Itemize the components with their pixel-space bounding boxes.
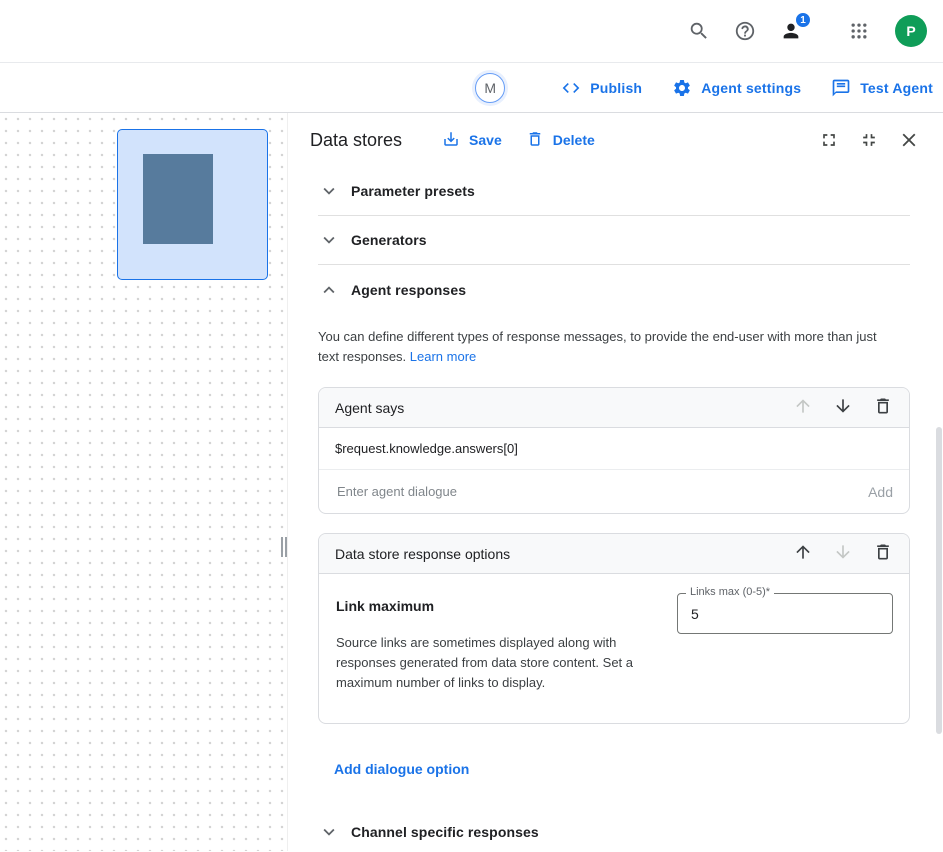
links-max-field: Links max (0-5)* bbox=[677, 593, 893, 693]
arrow-up-icon bbox=[793, 396, 813, 419]
section-generators[interactable]: Generators bbox=[318, 216, 910, 265]
link-maximum-text: Link maximum Source links are sometimes … bbox=[336, 593, 651, 693]
section-channel-specific-responses[interactable]: Channel specific responses bbox=[318, 808, 910, 851]
learn-more-link[interactable]: Learn more bbox=[410, 349, 476, 364]
chevron-down-icon bbox=[318, 229, 340, 251]
flow-node-preview bbox=[143, 154, 213, 244]
agent-responses-description: You can define different types of respon… bbox=[318, 327, 896, 367]
move-down-button[interactable] bbox=[823, 391, 863, 425]
panel-scrollbar[interactable] bbox=[936, 427, 942, 734]
agent-says-header: Agent says bbox=[319, 388, 909, 428]
account-avatar[interactable]: P bbox=[895, 15, 927, 47]
panel-body: Parameter presets Generators Agent respo… bbox=[288, 167, 943, 851]
data-stores-panel: Data stores Save Delete bbox=[288, 113, 943, 851]
delete-label: Delete bbox=[553, 132, 595, 148]
expand-fullscreen-button[interactable] bbox=[809, 120, 849, 160]
trash-icon bbox=[873, 396, 893, 419]
collapse-fullscreen-button[interactable] bbox=[849, 120, 889, 160]
save-button[interactable]: Save bbox=[430, 122, 514, 159]
links-max-label: Links max (0-5)* bbox=[686, 586, 774, 598]
publish-label: Publish bbox=[590, 80, 642, 96]
section-agent-responses[interactable]: Agent responses bbox=[318, 265, 910, 314]
agent-dialogue-input[interactable] bbox=[335, 483, 856, 500]
save-label: Save bbox=[469, 132, 502, 148]
flow-avatar[interactable]: M bbox=[475, 73, 505, 103]
apps-grid-icon bbox=[849, 21, 869, 41]
chat-icon bbox=[831, 78, 851, 98]
section-label: Channel specific responses bbox=[351, 824, 539, 840]
arrow-up-icon bbox=[793, 542, 813, 565]
section-label: Generators bbox=[351, 232, 427, 248]
link-maximum-description: Source links are sometimes displayed alo… bbox=[336, 633, 651, 693]
flow-canvas[interactable] bbox=[0, 113, 288, 851]
chevron-down-icon bbox=[318, 180, 340, 202]
move-up-button bbox=[783, 391, 823, 425]
arrow-down-icon bbox=[833, 542, 853, 565]
panel-header: Data stores Save Delete bbox=[288, 113, 943, 167]
delete-card-button[interactable] bbox=[863, 391, 903, 425]
test-agent-label: Test Agent bbox=[860, 80, 933, 96]
section-label: Agent responses bbox=[351, 282, 466, 298]
arrow-down-icon bbox=[833, 396, 853, 419]
card-title: Data store response options bbox=[335, 546, 783, 562]
trash-icon bbox=[526, 130, 544, 151]
link-maximum-heading: Link maximum bbox=[336, 598, 651, 614]
data-store-options-card: Data store response options bbox=[318, 533, 910, 724]
test-agent-button[interactable]: Test Agent bbox=[831, 78, 933, 98]
move-up-button[interactable] bbox=[783, 537, 823, 571]
topbar: 1 P bbox=[0, 0, 943, 63]
chevron-down-icon bbox=[318, 821, 340, 843]
help-icon bbox=[734, 20, 756, 42]
panel-resize-handle[interactable] bbox=[281, 537, 287, 557]
search-icon bbox=[688, 20, 710, 42]
save-icon bbox=[442, 130, 460, 151]
chevron-up-icon bbox=[318, 279, 340, 301]
notification-badge: 1 bbox=[795, 12, 811, 28]
gear-icon bbox=[672, 78, 692, 98]
help-button[interactable] bbox=[725, 11, 765, 51]
search-button[interactable] bbox=[679, 11, 719, 51]
data-store-options-header: Data store response options bbox=[319, 534, 909, 574]
code-icon bbox=[561, 78, 581, 98]
close-icon bbox=[898, 129, 920, 151]
agent-dialogue-input-row: Add bbox=[319, 470, 909, 513]
description-text: You can define different types of respon… bbox=[318, 329, 877, 364]
move-down-button bbox=[823, 537, 863, 571]
agent-settings-button[interactable]: Agent settings bbox=[672, 78, 801, 98]
main-area: Data stores Save Delete bbox=[0, 113, 943, 851]
trash-icon bbox=[873, 542, 893, 565]
agent-dialogue-value[interactable]: $request.knowledge.answers[0] bbox=[319, 428, 909, 470]
delete-card-button[interactable] bbox=[863, 537, 903, 571]
notifications-button[interactable]: 1 bbox=[771, 11, 811, 51]
apps-grid-button[interactable] bbox=[839, 11, 879, 51]
agent-toolbar: M Publish Agent settings Test Agent bbox=[0, 63, 943, 113]
section-parameter-presets[interactable]: Parameter presets bbox=[318, 167, 910, 216]
close-panel-button[interactable] bbox=[889, 120, 929, 160]
delete-button[interactable]: Delete bbox=[514, 122, 607, 159]
card-title: Agent says bbox=[335, 400, 783, 416]
add-dialogue-button[interactable]: Add bbox=[868, 484, 893, 500]
section-label: Parameter presets bbox=[351, 183, 475, 199]
agent-says-card: Agent says bbox=[318, 387, 910, 514]
page-title: Data stores bbox=[310, 130, 402, 151]
person-icon: 1 bbox=[780, 20, 802, 42]
links-max-input[interactable] bbox=[677, 593, 893, 634]
link-maximum-section: Link maximum Source links are sometimes … bbox=[319, 574, 909, 723]
agent-settings-label: Agent settings bbox=[701, 80, 801, 96]
add-dialogue-option-link[interactable]: Add dialogue option bbox=[334, 761, 469, 777]
fullscreen-icon bbox=[819, 130, 839, 150]
panel-header-icons bbox=[809, 120, 929, 160]
flow-node[interactable] bbox=[117, 129, 268, 280]
fullscreen-exit-icon bbox=[859, 130, 879, 150]
publish-button[interactable]: Publish bbox=[561, 78, 642, 98]
